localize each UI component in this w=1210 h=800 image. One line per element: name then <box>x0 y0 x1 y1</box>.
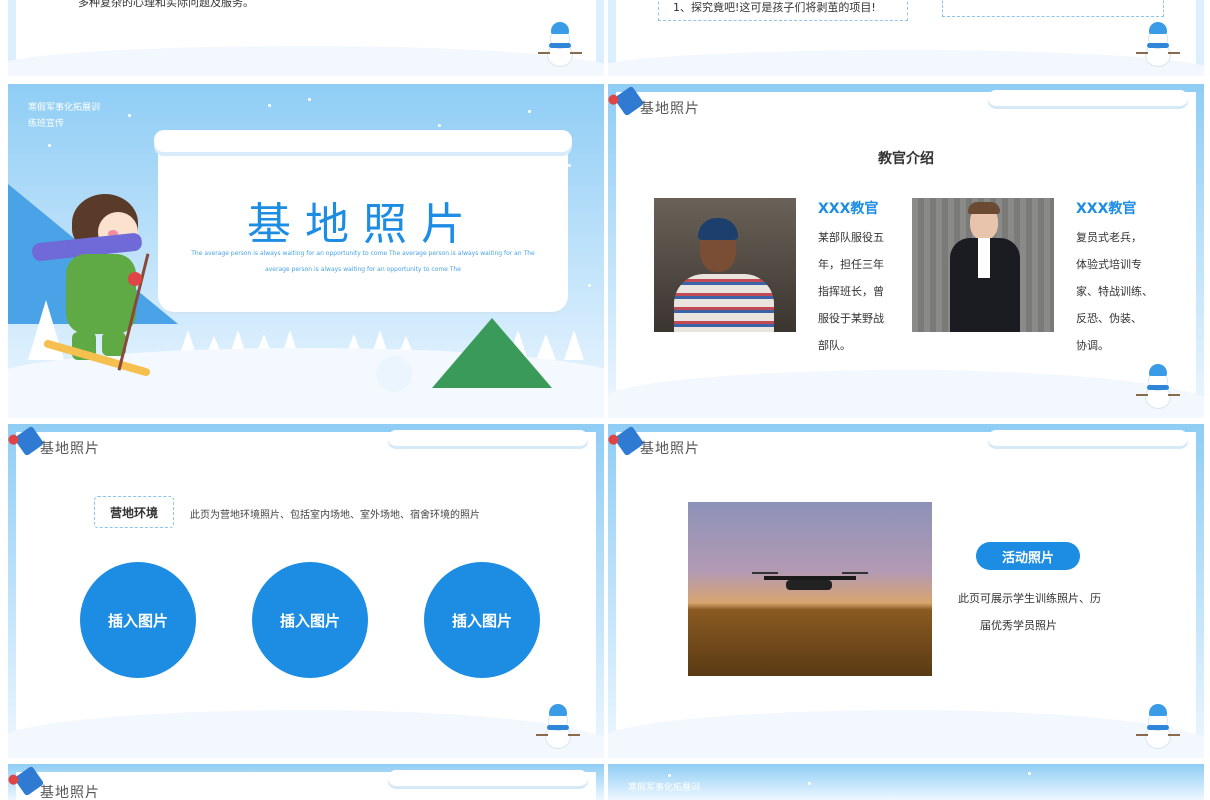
tag-camp-environment: 营地环境 <box>94 496 174 528</box>
environment-description: 此页为营地环境照片、包括室内场地、室外场地、宿舍环境的照片 <box>190 510 480 521</box>
section-title: 基地照片 <box>40 441 100 457</box>
list-box-2 <box>942 0 1164 17</box>
insert-image-button-3[interactable]: 插入图片 <box>424 562 540 678</box>
cover-subtitle-2: average person is always waiting for an … <box>265 266 461 273</box>
snowman-icon <box>1136 356 1180 408</box>
slide-thumb-environment[interactable]: 基地照片 营地环境 此页为营地环境照片、包括室内场地、室外场地、宿舍环境的照片 … <box>8 424 604 758</box>
insert-image-button-2[interactable]: 插入图片 <box>252 562 368 678</box>
instructors-heading: 教官介绍 <box>878 151 934 167</box>
title-card: 基地照片 The average person is always waitin… <box>154 130 572 312</box>
snowman-icon <box>1136 696 1180 748</box>
slide-thumb-cover[interactable]: 寒假军事化拓展训 练班宣传 基地照片 The average person is… <box>8 84 604 418</box>
section-title: 基地照片 <box>640 441 700 457</box>
cover-subtitle-1: The average person is always waiting for… <box>191 250 535 257</box>
body-text: 多种复杂的心理和实际问题及服务。 <box>78 0 254 9</box>
activity-desc-line2: 届优秀学员照片 <box>980 619 1057 632</box>
snowman-icon <box>1136 14 1180 66</box>
instructor-photo-1 <box>654 198 796 332</box>
org-name-line1: 寒假军事化拓展训 <box>28 103 101 113</box>
instructor-name-1: XXX教官 <box>818 201 879 217</box>
instructor-bio-1: 某部队服役五 年，担任三年 指挥班长，曾 服役于某野战 部队。 <box>818 231 884 352</box>
skier-illustration <box>31 194 172 384</box>
list-box: 1、探究竟吧!这可是孩子们将剥茧的项目! <box>658 0 908 21</box>
list-item: 1、探究竟吧!这可是孩子们将剥茧的项目! <box>673 1 876 14</box>
cover-title: 基地照片 <box>247 199 479 250</box>
slide-thumb-top-right[interactable]: 1、探究竟吧!这可是孩子们将剥茧的项目! <box>608 0 1204 76</box>
activity-desc-line1: 此页可展示学生训练照片、历 <box>958 592 1101 605</box>
section-title: 基地照片 <box>40 785 100 800</box>
insert-image-button-1[interactable]: 插入图片 <box>80 562 196 678</box>
instructor-name-2: XXX教官 <box>1076 201 1137 217</box>
tent-illustration <box>432 318 552 388</box>
snowman-icon <box>536 696 580 748</box>
snowball <box>376 356 412 392</box>
slide-thumb-instructors[interactable]: 基地照片 教官介绍 XXX教官 某部队服役五 年，担任三年 指挥班长，曾 服役于… <box>608 84 1204 418</box>
slide-thumb-activity[interactable]: 基地照片 活动照片 此页可展示学生训练照片、历 届优秀学员照片 <box>608 424 1204 758</box>
instructor-bio-2: 复员式老兵， 体验式培训专 家、特战训练、 反恐、伪装、 协调。 <box>1076 231 1153 352</box>
instructor-photo-2 <box>912 198 1054 332</box>
snowman-icon <box>538 14 582 66</box>
section-title: 基地照片 <box>640 101 700 117</box>
slide-thumb-bottom-left[interactable]: 基地照片 <box>8 764 604 800</box>
org-name-line2: 练班宣传 <box>28 119 65 129</box>
org-name-line1: 寒假军事化拓展训 <box>628 783 701 793</box>
tag-activity-photos: 活动照片 <box>976 542 1080 570</box>
slide-thumb-bottom-right[interactable]: 寒假军事化拓展训 <box>608 764 1204 800</box>
slide-thumb-top-left[interactable]: 多种复杂的心理和实际问题及服务。 <box>8 0 604 76</box>
activity-photo-drone <box>688 502 932 676</box>
